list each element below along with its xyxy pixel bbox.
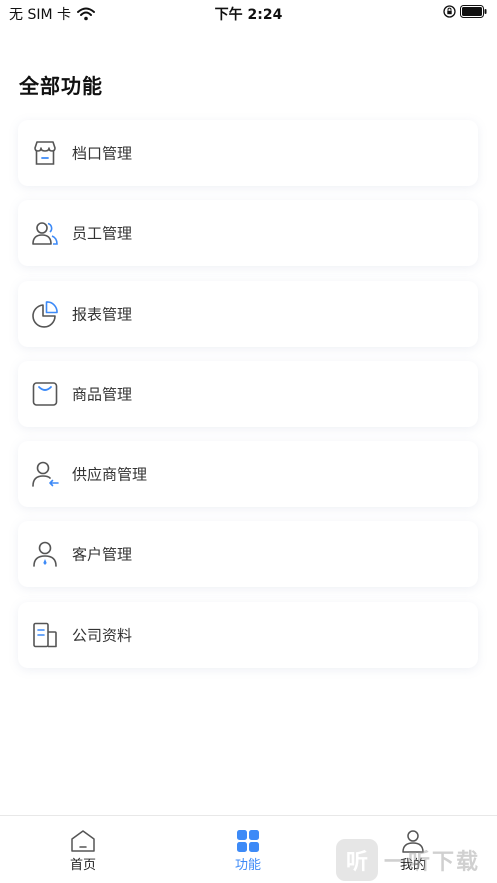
menu-item-staff-management[interactable]: 员工管理	[18, 200, 478, 267]
store-icon	[34, 141, 56, 165]
watermark-text: 一听下载	[384, 850, 481, 875]
watermark-logo: 听	[336, 839, 378, 881]
menu-item-label: 档口管理	[72, 144, 133, 163]
menu-item-label: 报表管理	[72, 305, 133, 324]
home-icon	[71, 830, 95, 852]
tab-home[interactable]: 首页	[38, 816, 128, 883]
menu-item-label: 客户管理	[72, 545, 133, 564]
menu-item-label: 员工管理	[72, 224, 133, 243]
menu-item-supplier-management[interactable]: 供应商管理	[18, 441, 478, 508]
page-title: 全部功能	[19, 74, 103, 98]
shopping-bag-icon	[32, 382, 58, 406]
supplier-icon	[32, 461, 59, 487]
pie-chart-icon	[32, 300, 58, 328]
menu-item-customer-management[interactable]: 客户管理	[18, 521, 478, 588]
menu-item-goods-management[interactable]: 商品管理	[18, 360, 478, 427]
tab-functions[interactable]: 功能	[203, 816, 293, 883]
status-time: 下午 2:24	[214, 7, 283, 23]
staff-icon	[32, 222, 58, 246]
menu-item-stall-management[interactable]: 档口管理	[18, 120, 478, 186]
orientation-lock-icon	[443, 5, 456, 18]
customer-icon	[33, 542, 57, 568]
tab-label: 功能	[234, 858, 261, 873]
battery-area	[443, 5, 487, 18]
tab-label: 首页	[69, 858, 96, 873]
function-menu: 档口管理 员工管理 报表管理 商品管理 供应商管理 客户管理 公司资料	[18, 120, 478, 682]
company-doc-icon	[33, 622, 57, 648]
menu-item-company-info[interactable]: 公司资料	[18, 601, 478, 668]
menu-item-report-management[interactable]: 报表管理	[18, 280, 478, 347]
status-bar: 无 SIM 卡 下午 2:24	[0, 0, 497, 26]
battery-icon	[460, 5, 487, 18]
menu-item-label: 商品管理	[72, 385, 133, 404]
menu-item-label: 供应商管理	[72, 465, 148, 484]
grid-icon	[237, 830, 259, 852]
menu-item-label: 公司资料	[72, 626, 133, 645]
watermark: 听 一听下载	[336, 838, 496, 882]
